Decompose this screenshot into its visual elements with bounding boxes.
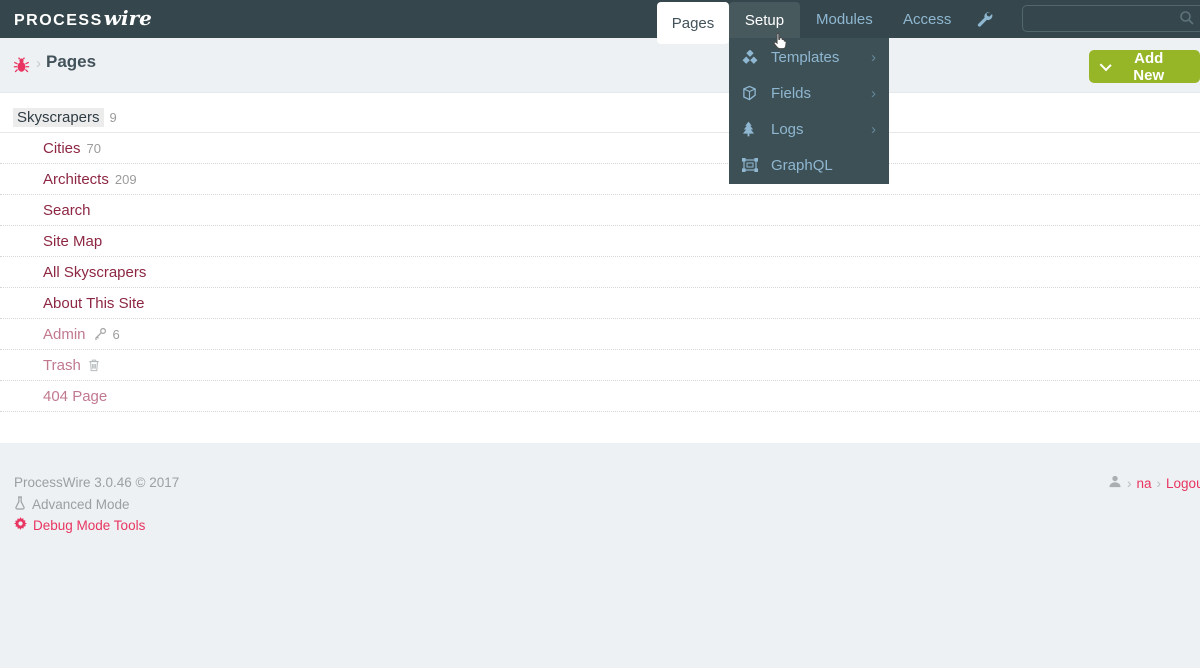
tab-setup[interactable]: Setup	[729, 2, 800, 38]
menu-item-templates[interactable]: Templates ›	[729, 39, 889, 75]
footer: ProcessWire 3.0.46 © 2017 Advanced Mode …	[0, 443, 1200, 668]
page-link-all-skyscrapers[interactable]: All Skyscrapers	[43, 264, 146, 281]
tree-row: Architects 209	[0, 164, 1200, 195]
page-link-404-page[interactable]: 404 Page	[43, 388, 107, 405]
search-box	[1022, 5, 1200, 32]
chevron-right-icon: ›	[871, 48, 876, 66]
separator-chevron-icon: ›	[1127, 475, 1132, 491]
page-link-skyscrapers[interactable]: Skyscrapers	[13, 107, 104, 127]
child-count: 6	[112, 326, 120, 342]
menu-item-label: Fields	[771, 84, 812, 102]
add-new-label: Add New	[1133, 49, 1165, 84]
tree-row: Site Map	[0, 226, 1200, 257]
breadcrumb-page-title: Pages	[46, 52, 97, 71]
breadcrumb-chevron-icon: ›	[36, 55, 41, 72]
tree-row: Skyscrapers 9	[0, 102, 1200, 133]
flask-icon	[14, 496, 26, 513]
bug-icon[interactable]	[13, 57, 30, 79]
page-tree: Skyscrapers 9 Cities 70 Architects 209 S…	[0, 92, 1200, 412]
menu-item-logs[interactable]: Logs ›	[729, 111, 889, 147]
gear-icon	[14, 517, 27, 533]
tree-icon	[742, 121, 762, 137]
footer-user-area: › na › Logout	[1108, 475, 1200, 491]
version-text: ProcessWire 3.0.46 © 2017	[14, 475, 179, 490]
search-input[interactable]	[1031, 8, 1175, 30]
debug-mode-tools-label: Debug Mode Tools	[33, 517, 146, 533]
chevron-down-icon	[1099, 58, 1112, 72]
tree-row: 404 Page	[0, 381, 1200, 412]
processwire-logo[interactable]: PROCESSwire	[14, 6, 152, 30]
chevron-right-icon: ›	[871, 84, 876, 102]
tree-row: Admin 6	[0, 319, 1200, 350]
cube-icon	[742, 85, 762, 101]
menu-item-label: GraphQL	[771, 156, 833, 174]
tree-row: About This Site	[0, 288, 1200, 319]
user-name-link[interactable]: na	[1137, 476, 1152, 491]
page-link-search[interactable]: Search	[43, 202, 91, 219]
child-count: 9	[109, 109, 117, 125]
add-new-button[interactable]: Add New	[1089, 49, 1200, 84]
debug-mode-tools[interactable]: Debug Mode Tools	[14, 517, 145, 533]
child-count: 70	[86, 140, 101, 156]
page-link-cities[interactable]: Cities	[43, 140, 81, 157]
key-icon	[93, 327, 107, 341]
setup-dropdown-menu: Templates › Fields › Logs › GraphQL	[729, 38, 889, 184]
cubes-icon	[742, 49, 762, 65]
page-link-architects[interactable]: Architects	[43, 171, 109, 188]
tree-row: Search	[0, 195, 1200, 226]
logo-process-text: PROCESS	[14, 12, 103, 29]
logo-wire-text: wire	[103, 6, 152, 30]
chevron-right-icon: ›	[871, 120, 876, 138]
tab-modules[interactable]: Modules	[808, 0, 881, 38]
child-count: 209	[114, 171, 137, 187]
page-link-site-map[interactable]: Site Map	[43, 233, 102, 250]
tree-row: Cities 70	[0, 133, 1200, 164]
top-navbar: PROCESSwire Pages Setup Modules Access	[0, 0, 1200, 44]
processwire-admin: PROCESSwire Pages Setup Modules Access T…	[0, 0, 1200, 668]
page-link-trash[interactable]: Trash	[43, 357, 81, 374]
user-icon	[1108, 475, 1122, 491]
logout-link[interactable]: Logout	[1166, 476, 1200, 491]
version-label: ProcessWire 3.0.46 © 2017	[14, 475, 180, 490]
menu-item-label: Templates	[771, 48, 840, 66]
trash-icon	[88, 358, 100, 372]
tree-row: Trash	[0, 350, 1200, 381]
breadcrumb-bar: › Pages	[0, 38, 1200, 93]
search-icon[interactable]	[1179, 10, 1195, 31]
separator-chevron-icon: ›	[1156, 475, 1162, 491]
tree-row: All Skyscrapers	[0, 257, 1200, 288]
tab-access[interactable]: Access	[895, 0, 959, 38]
advanced-mode: Advanced Mode	[14, 496, 130, 513]
advanced-mode-label: Advanced Mode	[32, 497, 130, 512]
wrench-icon[interactable]	[976, 10, 993, 32]
menu-item-label: Logs	[771, 120, 804, 138]
tab-pages[interactable]: Pages	[657, 2, 729, 44]
page-link-about-this-site[interactable]: About This Site	[43, 295, 144, 312]
graphql-icon	[742, 158, 762, 172]
page-link-admin[interactable]: Admin	[43, 326, 86, 343]
menu-item-fields[interactable]: Fields ›	[729, 75, 889, 111]
menu-item-graphql[interactable]: GraphQL	[729, 147, 889, 183]
